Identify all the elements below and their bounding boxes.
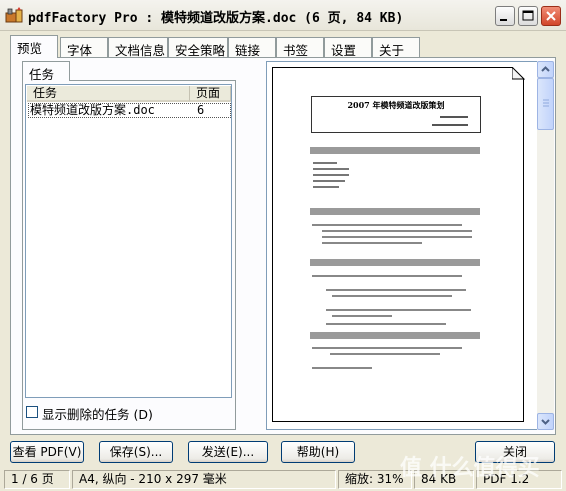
tab-about[interactable]: 关于: [372, 37, 420, 58]
doc-text-line: [322, 242, 422, 244]
column-header-pages[interactable]: 页面: [190, 86, 231, 102]
watermark-text: 值 什么值得买: [400, 456, 540, 481]
doc-title: 2007 年模特频道改版策划: [347, 100, 445, 110]
column-header-task[interactable]: 任务: [27, 86, 190, 102]
doc-text-line: [330, 353, 440, 355]
show-deleted-checkbox[interactable]: [26, 406, 38, 418]
scroll-down-button[interactable]: [537, 413, 554, 430]
tab-links[interactable]: 链接: [228, 37, 276, 58]
doc-text-line: [322, 236, 472, 238]
doc-text-line: [326, 289, 466, 291]
doc-text-line: [312, 224, 462, 226]
help-button[interactable]: 帮助(H): [281, 441, 355, 463]
preview-vertical-scrollbar[interactable]: [537, 61, 554, 430]
tab-security[interactable]: 安全策略: [168, 37, 228, 58]
task-row[interactable]: 模特频道改版方案.doc 6: [28, 103, 231, 118]
chevron-down-icon: [541, 419, 550, 425]
doc-section-bar: [310, 259, 480, 266]
doc-text-line: [312, 367, 372, 369]
task-list[interactable]: 任务 页面 模特频道改版方案.doc 6: [25, 84, 232, 398]
doc-text-line: [332, 315, 392, 317]
page-corner-fold: [512, 67, 525, 80]
doc-section-bar: [310, 332, 480, 339]
tab-preview[interactable]: 预览: [10, 35, 58, 58]
minimize-icon: [500, 19, 507, 21]
view-pdf-button[interactable]: 查看 PDF(V): [10, 441, 84, 463]
doc-text-line: [332, 295, 452, 297]
doc-text-line: [313, 168, 349, 170]
status-page: 1 / 6 页: [4, 470, 70, 489]
pdffactory-app-icon: [5, 7, 23, 23]
window-title: pdfFactory Pro : 模特频道改版方案.doc (6 页, 84 K…: [28, 11, 404, 26]
tab-fonts[interactable]: 字体: [60, 37, 108, 58]
task-pages: 6: [197, 103, 205, 117]
minimize-button[interactable]: [495, 6, 515, 26]
grip-icon: [543, 99, 549, 107]
close-window-button[interactable]: [541, 6, 561, 26]
doc-section-bar: [310, 208, 480, 215]
watermark: 值 什么值得买: [380, 448, 560, 484]
doc-text-line: [326, 323, 446, 325]
app-window: pdfFactory Pro : 模特频道改版方案.doc (6 页, 84 K…: [0, 0, 566, 491]
tab-document-info[interactable]: 文档信息: [108, 37, 168, 58]
doc-text-line: [313, 186, 339, 188]
task-name: 模特频道改版方案.doc: [30, 103, 155, 117]
tab-settings[interactable]: 设置: [324, 37, 372, 58]
save-button[interactable]: 保存(S)...: [99, 441, 173, 463]
scroll-thumb[interactable]: [537, 78, 554, 130]
doc-text-line: [312, 275, 462, 277]
maximize-icon: [522, 10, 534, 21]
chevron-up-icon: [541, 66, 550, 72]
send-button[interactable]: 发送(E)...: [188, 441, 268, 463]
status-paper: A4, 纵向 - 210 x 297 毫米: [72, 470, 336, 489]
doc-text-line: [322, 230, 472, 232]
title-bar[interactable]: pdfFactory Pro : 模特频道改版方案.doc (6 页, 84 K…: [0, 0, 566, 31]
doc-text-line: [326, 309, 471, 311]
show-deleted-label: 显示删除的任务 (D): [42, 407, 153, 422]
doc-text-line: [313, 180, 345, 182]
tab-bookmarks[interactable]: 书签: [276, 37, 324, 58]
close-icon: [546, 11, 556, 21]
tab-tasks[interactable]: 任务: [22, 61, 70, 82]
doc-section-bar: [310, 147, 480, 154]
doc-text-line: [313, 174, 349, 176]
doc-text-line: [313, 162, 337, 164]
scroll-up-button[interactable]: [537, 61, 554, 78]
doc-text-line: [312, 347, 462, 349]
maximize-button[interactable]: [518, 6, 538, 26]
